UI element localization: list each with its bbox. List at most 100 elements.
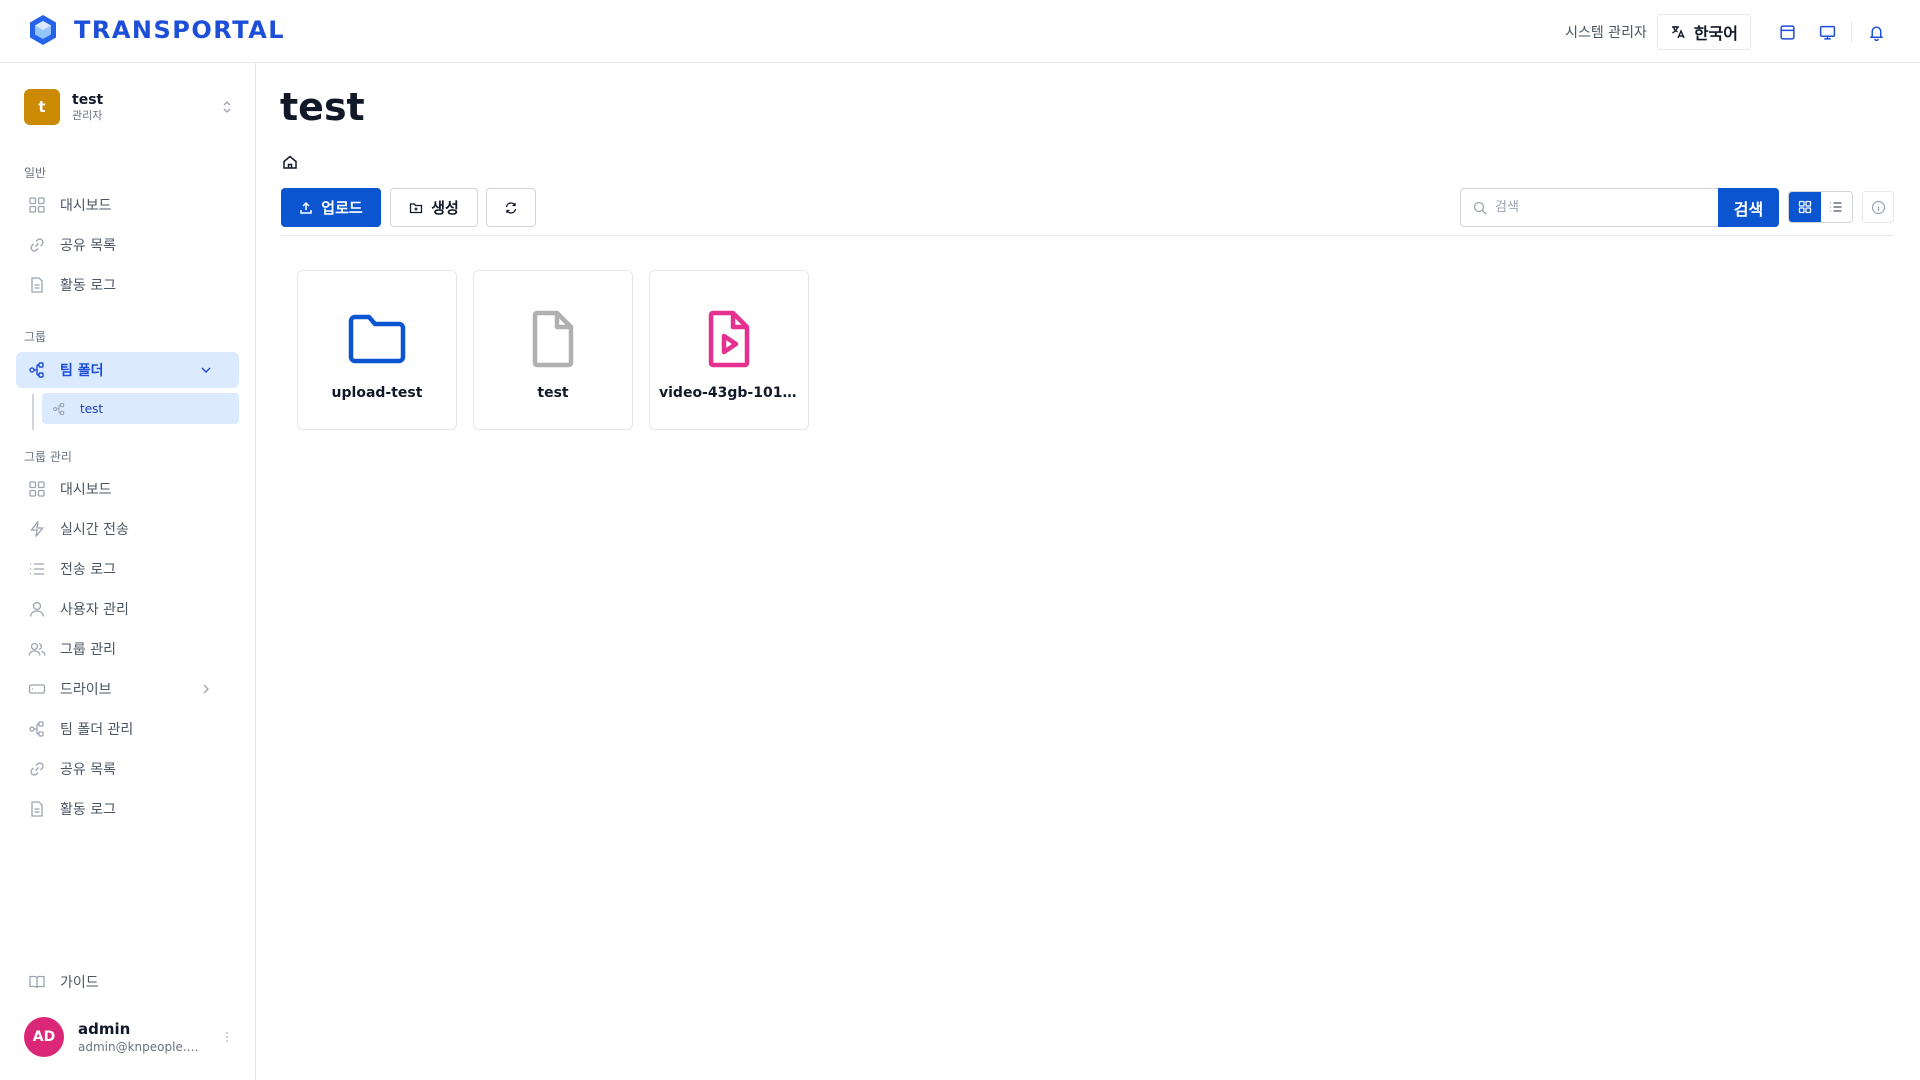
user-name: admin	[78, 1019, 131, 1038]
user-profile[interactable]: AD admin admin@knpeople.com	[24, 1016, 234, 1058]
section-label-general: 일반	[24, 166, 47, 180]
sidebar-item-label: 팀 폴더 관리	[60, 722, 134, 738]
file-card[interactable]: test	[473, 270, 633, 430]
list-view-button[interactable]	[1821, 192, 1853, 222]
link-icon	[30, 762, 44, 776]
file-icon	[31, 277, 43, 293]
workspace-name: test	[72, 91, 104, 108]
file-icon	[532, 310, 574, 368]
app-logo-text: TRANSPORTAL	[74, 16, 286, 44]
file-icon	[31, 801, 43, 817]
sidebar-item-team-folder-management[interactable]: 팀 폴더 관리	[16, 711, 239, 747]
file-card[interactable]: upload-test	[297, 270, 457, 430]
upload-icon	[300, 201, 313, 214]
sidebar-item-admin-share-list[interactable]: 공유 목록	[16, 751, 239, 787]
sidebar-item-guide[interactable]: 가이드	[16, 964, 239, 1000]
file-name: upload-test	[331, 385, 423, 401]
grid-icon	[29, 197, 45, 213]
layout-button[interactable]	[1767, 14, 1807, 50]
role-text: 시스템 관리자	[1565, 25, 1647, 41]
workspace-role: 관리자	[72, 108, 103, 122]
file-card[interactable]: video-43gb-1015…	[649, 270, 809, 430]
upload-button[interactable]: 업로드	[281, 188, 381, 227]
search-icon	[1473, 201, 1487, 214]
sidebar-item-label: 가이드	[60, 975, 99, 991]
file-name: video-43gb-1015…	[659, 385, 799, 401]
sidebar-item-label: 활동 로그	[60, 278, 116, 294]
avatar: AD	[24, 1017, 64, 1057]
sidebar-item-label: 팀 폴더	[60, 363, 104, 379]
sidebar-item-user-management[interactable]: 사용자 관리	[16, 591, 239, 627]
share-nodes-icon	[29, 721, 44, 737]
view-toggle	[1788, 191, 1853, 223]
page-title: test	[280, 85, 365, 129]
user-icon	[29, 601, 45, 617]
sidebar-item-label: 공유 목록	[60, 762, 116, 778]
create-button-label: 생성	[431, 199, 459, 217]
chevron-right-icon[interactable]	[199, 682, 213, 696]
user-email: admin@knpeople.com	[78, 1039, 204, 1054]
list-icon	[1830, 202, 1842, 212]
sidebar-subitem-label: test	[80, 401, 104, 416]
language-label: 한국어	[1693, 24, 1738, 43]
list-icon	[30, 563, 44, 575]
sidebar-item-activity-log[interactable]: 활동 로그	[16, 267, 239, 303]
sidebar-item-label: 대시보드	[60, 198, 112, 214]
sidebar-item-realtime-transfer[interactable]: 실시간 전송	[16, 511, 239, 547]
book-icon	[29, 975, 45, 989]
bolt-icon	[30, 521, 44, 537]
file-name: test	[537, 385, 569, 401]
grid-icon	[1798, 200, 1811, 214]
sidebar-item-dashboard[interactable]: 대시보드	[16, 187, 239, 223]
sidebar-item-label: 실시간 전송	[60, 522, 129, 538]
file-grid: upload-test test video-43gb-1015…	[297, 270, 809, 430]
search-button[interactable]: 검색	[1718, 188, 1779, 227]
sidebar-item-label: 사용자 관리	[60, 602, 129, 618]
section-label-group: 그룹	[24, 330, 47, 344]
chevron-down-icon[interactable]	[199, 363, 213, 377]
refresh-button[interactable]	[486, 188, 536, 227]
app-logo[interactable]: TRANSPORTAL	[28, 14, 285, 46]
folder-icon	[348, 314, 406, 364]
sidebar-item-drive[interactable]: 드라이브	[16, 671, 239, 707]
sidebar-item-admin-activity-log[interactable]: 활동 로그	[16, 791, 239, 827]
folder-plus-icon	[410, 202, 423, 213]
create-button[interactable]: 생성	[390, 188, 478, 227]
grid-view-button[interactable]	[1789, 192, 1821, 222]
sidebar-item-label: 공유 목록	[60, 238, 116, 254]
search-box	[1460, 188, 1718, 227]
hexagon-logo-icon	[30, 15, 56, 45]
sidebar-item-share-list[interactable]: 공유 목록	[16, 227, 239, 263]
sidebar-item-label: 활동 로그	[60, 802, 116, 818]
info-button[interactable]	[1862, 191, 1894, 223]
notification-button[interactable]	[1856, 14, 1896, 50]
drive-icon	[28, 684, 46, 694]
more-vertical-icon[interactable]	[220, 1030, 234, 1044]
sidebar-item-transfer-log[interactable]: 전송 로그	[16, 551, 239, 587]
sidebar-subitem-test[interactable]: test	[42, 393, 239, 424]
info-icon	[1871, 200, 1885, 214]
grid-icon	[29, 481, 45, 497]
monitor-icon	[1819, 25, 1835, 40]
sidebar-item-admin-dashboard[interactable]: 대시보드	[16, 471, 239, 507]
sidebar-item-team-folder[interactable]: 팀 폴더	[16, 352, 239, 388]
search-input[interactable]	[1495, 200, 1695, 215]
chevrons-up-down-icon	[223, 101, 231, 113]
workspace-avatar: t	[24, 89, 60, 125]
home-icon[interactable]	[282, 154, 298, 170]
sidebar-item-label: 대시보드	[60, 482, 112, 498]
refresh-icon	[505, 201, 517, 214]
workspace-switcher[interactable]: t test 관리자	[24, 88, 234, 126]
upload-button-label: 업로드	[321, 199, 363, 217]
language-button[interactable]: 한국어	[1656, 14, 1751, 50]
sidebar-item-group-management[interactable]: 그룹 관리	[16, 631, 239, 667]
toolbar-divider	[281, 235, 1894, 236]
share-nodes-icon	[29, 362, 44, 378]
monitor-button[interactable]	[1807, 14, 1847, 50]
video-file-icon	[708, 310, 750, 368]
bell-icon	[1869, 25, 1883, 41]
tree-line	[32, 394, 34, 430]
sidebar-item-label: 전송 로그	[60, 562, 116, 578]
sidebar: t test 관리자 일반 대시보드 공유 목록 활동 로그 그룹 팀 폴더 t…	[0, 63, 256, 1080]
main-content: test 업로드 생성 검색 upload-test test	[257, 63, 1920, 1080]
